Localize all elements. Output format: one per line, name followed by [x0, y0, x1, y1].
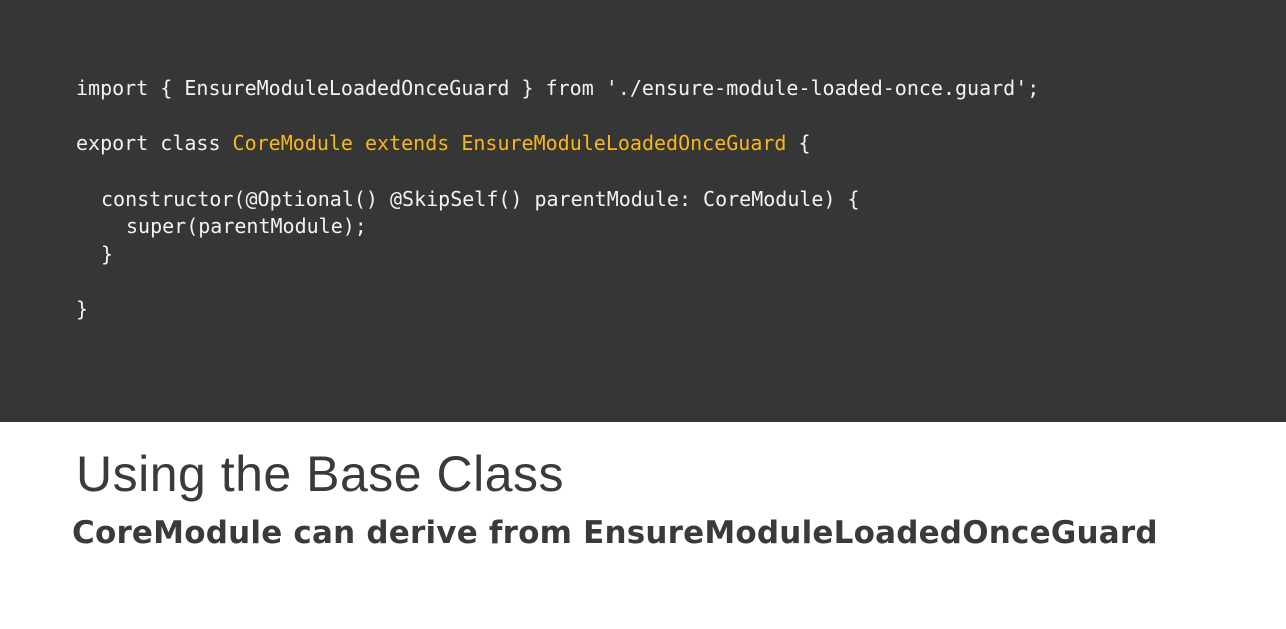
code-line-super-call: super(parentModule); — [126, 214, 367, 238]
slide-subtitle: CoreModule can derive from EnsureModuleL… — [72, 515, 1158, 551]
code-line-constructor: constructor(@Optional() @SkipSelf() pare… — [101, 187, 860, 211]
code-line-class-declaration: export class CoreModule extends EnsureMo… — [76, 129, 811, 157]
code-token-base-class: EnsureModuleLoadedOnceGuard — [461, 131, 787, 155]
slide-title: Using the Base Class — [76, 446, 565, 502]
code-line-import: import { EnsureModuleLoadedOnceGuard } f… — [76, 76, 1040, 100]
code-token-class-name: CoreModule — [232, 131, 353, 155]
code-line-class-close: } — [76, 297, 89, 321]
code-panel: import { EnsureModuleLoadedOnceGuard } f… — [0, 0, 1286, 422]
code-token-open-brace: { — [786, 131, 811, 155]
code-token-extends: extends — [352, 131, 462, 155]
code-line-constructor-close: } — [101, 242, 114, 266]
code-token-export-class: export class — [76, 131, 233, 155]
